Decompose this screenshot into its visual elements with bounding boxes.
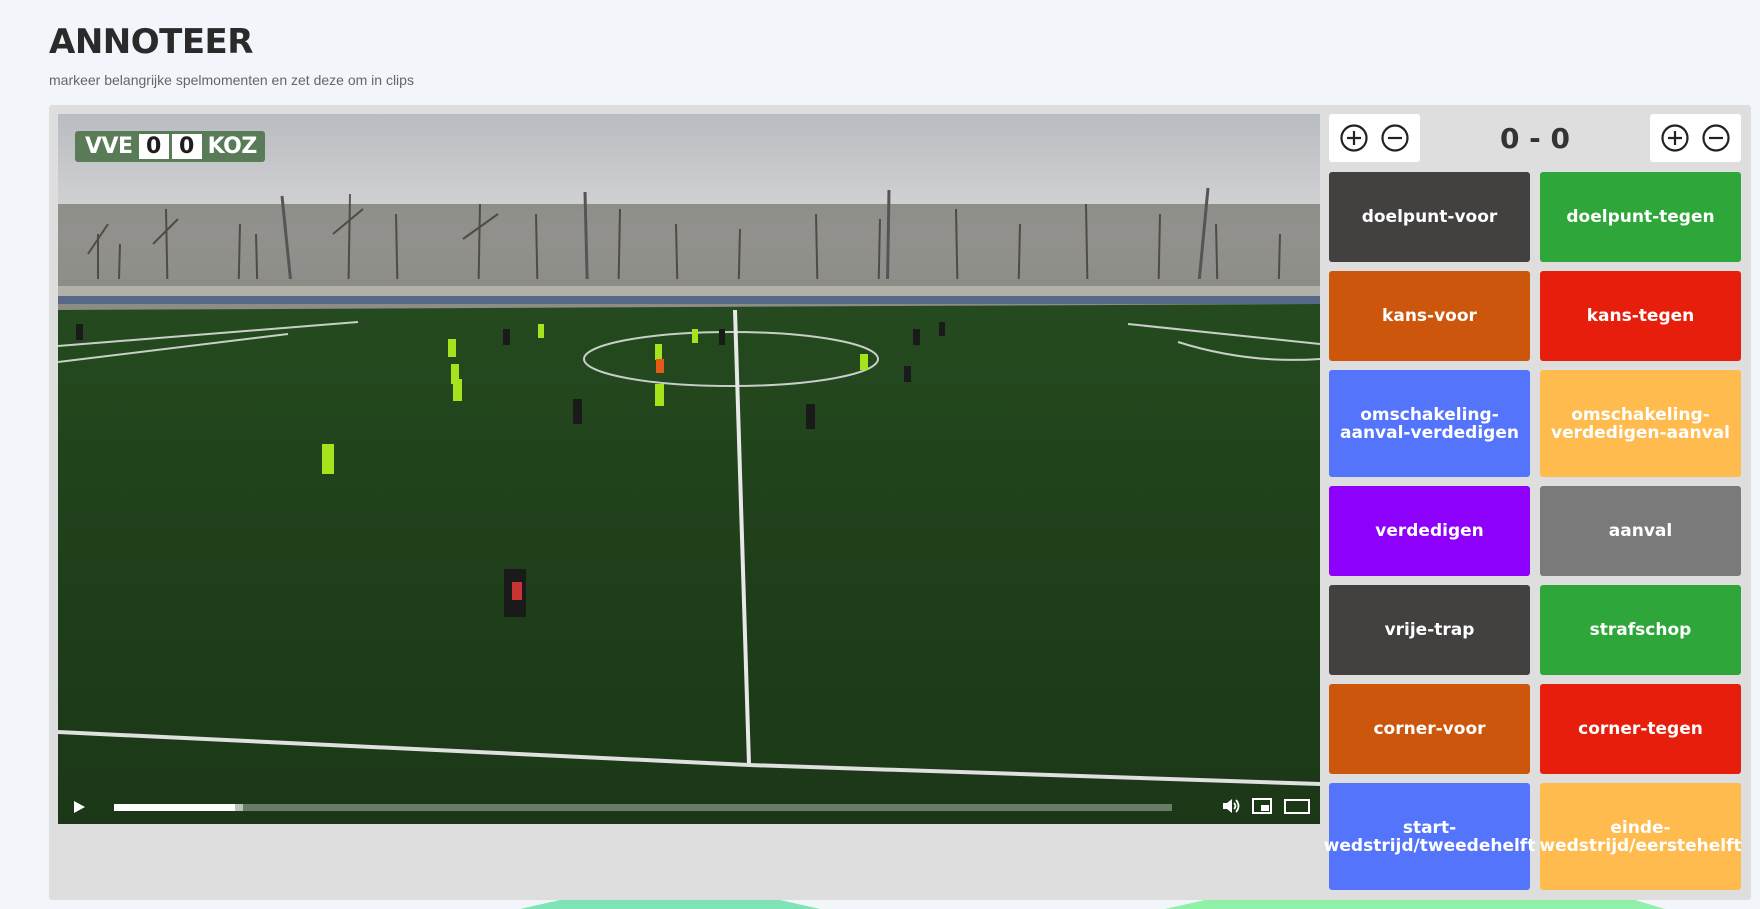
tag-button-strafschop[interactable]: strafschop bbox=[1540, 585, 1741, 675]
away-minus-circle-icon[interactable] bbox=[1701, 123, 1731, 153]
fullscreen-icon[interactable] bbox=[1284, 797, 1310, 815]
page-title: ANNOTEER bbox=[49, 22, 253, 62]
video-frame bbox=[58, 114, 1320, 824]
video-controls bbox=[58, 788, 1320, 824]
tag-button-doelpunt-voor[interactable]: doelpunt-voor bbox=[1329, 172, 1530, 262]
home-score-stepper bbox=[1329, 114, 1420, 162]
tag-button-start-wedstrijd-tweedehelft[interactable]: start-wedstrijd/tweedehelft bbox=[1324, 783, 1535, 890]
tag-button-corner-tegen[interactable]: corner-tegen bbox=[1540, 684, 1741, 774]
home-plus-circle-icon[interactable] bbox=[1339, 123, 1369, 153]
video-progress-bar[interactable] bbox=[114, 804, 1172, 811]
footer-decoration bbox=[520, 900, 820, 909]
tag-button-corner-voor[interactable]: corner-voor bbox=[1329, 684, 1530, 774]
play-icon[interactable] bbox=[72, 800, 86, 814]
home-score-value: 0 bbox=[138, 134, 169, 159]
page-subtitle: markeer belangrijke spelmomenten en zet … bbox=[49, 72, 414, 88]
tag-button-doelpunt-tegen[interactable]: doelpunt-tegen bbox=[1540, 172, 1741, 262]
footer-decoration-right bbox=[1165, 900, 1665, 909]
scorebug: VVE 0 0 KOZ bbox=[75, 131, 265, 162]
tag-button-kans-tegen[interactable]: kans-tegen bbox=[1540, 271, 1741, 361]
volume-icon[interactable] bbox=[1221, 797, 1241, 815]
tag-button-vrije-trap[interactable]: vrije-trap bbox=[1329, 585, 1530, 675]
tag-button-einde-wedstrijd-eerstehelft[interactable]: einde-wedstrijd/eerstehelft bbox=[1539, 783, 1742, 890]
tag-button-aanval[interactable]: aanval bbox=[1540, 486, 1741, 576]
page-header: ANNOTEER markeer belangrijke spelmomente… bbox=[49, 22, 414, 88]
home-team-label: VVE bbox=[85, 134, 133, 159]
tag-button-omschakeling-aanval-verdedigen[interactable]: omschakeling-aanval-verdedigen bbox=[1329, 370, 1530, 477]
tag-button-omschakeling-verdedigen-aanval[interactable]: omschakeling-verdedigen-aanval bbox=[1540, 370, 1741, 477]
home-minus-circle-icon[interactable] bbox=[1380, 123, 1410, 153]
tag-button-kans-voor[interactable]: kans-voor bbox=[1329, 271, 1530, 361]
away-score-value: 0 bbox=[171, 134, 202, 159]
away-plus-circle-icon[interactable] bbox=[1660, 123, 1690, 153]
tag-button-verdedigen[interactable]: verdedigen bbox=[1329, 486, 1530, 576]
away-score-stepper bbox=[1650, 114, 1741, 162]
played-bar bbox=[114, 804, 235, 811]
picture-in-picture-icon[interactable] bbox=[1252, 797, 1272, 815]
score-control-row: 0 - 0 bbox=[1329, 114, 1741, 162]
video-player[interactable]: VVE 0 0 KOZ bbox=[58, 114, 1320, 824]
away-team-label: KOZ bbox=[207, 134, 258, 159]
